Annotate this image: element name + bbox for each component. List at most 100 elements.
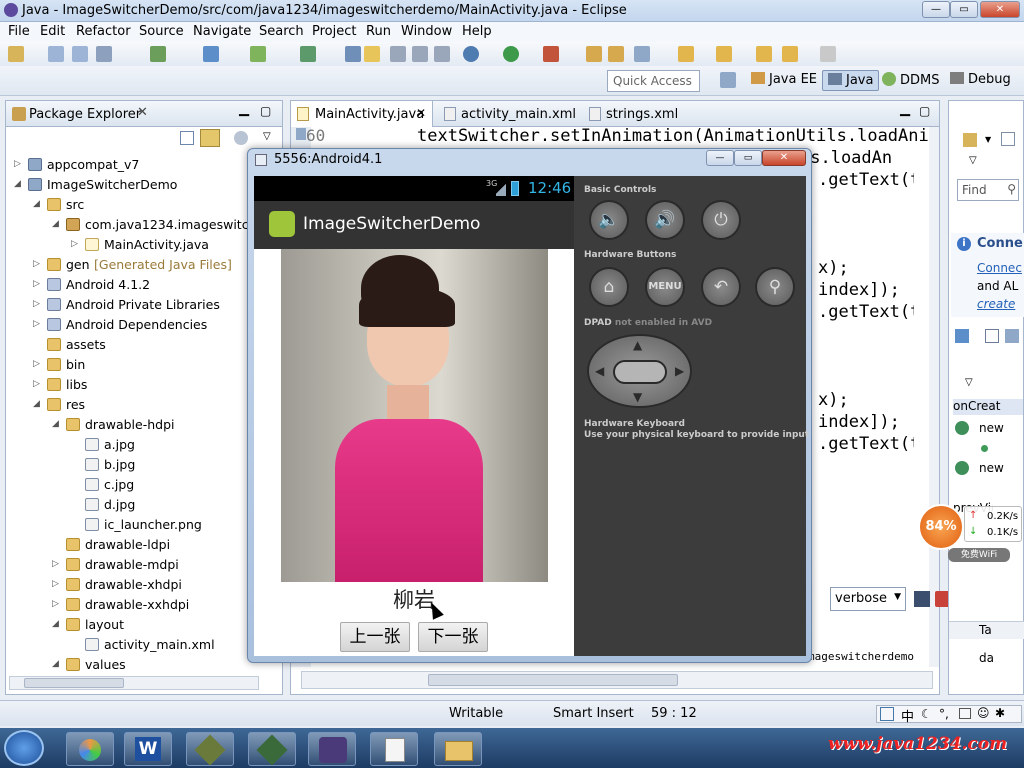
connect-link[interactable]: Connec [977,261,1022,275]
dpad-right-icon[interactable]: ▶ [675,364,684,378]
tree-item[interactable]: ◢ com.java1234.imageswitche [6,215,276,235]
save-log-icon[interactable] [914,591,930,607]
volume-up-button[interactable]: 🔊 [645,200,685,240]
dpad-left-icon[interactable]: ◀ [595,364,604,378]
menu-source[interactable]: Source [139,24,184,39]
menu-help[interactable]: Help [462,24,492,39]
minimize-button[interactable]: — [922,1,950,18]
menu-edit[interactable]: Edit [40,24,65,39]
network-speed-widget[interactable]: 84% ↑ 0.2K/s ↓ 0.1K/s 免费WiFi [914,500,1024,564]
tree-item[interactable]: c.jpg [6,475,276,495]
expand-closed-icon[interactable]: ▷ [33,299,40,309]
toggle-mark-icon[interactable] [390,46,406,62]
open-folder-icon[interactable] [586,46,602,62]
dpad-up-icon[interactable]: ▲ [633,338,642,352]
tree-item[interactable]: ▷ gen [Generated Java Files] [6,255,276,275]
search-tool-icon[interactable] [634,46,650,62]
save-icon[interactable] [48,46,64,62]
new-icon[interactable] [8,46,24,62]
expand-closed-icon[interactable]: ▷ [52,599,59,609]
tree-item[interactable]: ▷ Android Private Libraries [6,295,276,315]
tab-strings-xml[interactable]: strings.xml [586,101,696,127]
sort-icon[interactable] [955,329,969,343]
expand-closed-icon[interactable]: ▷ [52,559,59,569]
back-button[interactable]: ↶ [701,267,741,307]
maximize-editor-icon[interactable]: ▢ [919,104,930,118]
expand-closed-icon[interactable]: ▷ [33,379,40,389]
maximize-view-icon[interactable]: ▢ [260,104,271,118]
chevron-down-icon[interactable]: ▼ [985,135,991,144]
android-sdk-icon[interactable] [250,46,266,62]
code-line[interactable]: .getText(t [818,434,914,454]
emulator-minimize-button[interactable]: — [706,150,734,166]
close-button[interactable]: ✕ [980,1,1020,18]
maximize-button[interactable]: ▭ [950,1,978,18]
hscroll-thumb[interactable] [24,678,124,688]
emulator-maximize-button[interactable]: ▭ [734,150,762,166]
menu-search[interactable]: Search [259,24,304,39]
expand-closed-icon[interactable]: ▷ [33,279,40,289]
image-switcher[interactable] [281,249,548,582]
link-editor-icon[interactable] [200,129,220,147]
tree-item[interactable]: ▷ bin [6,355,276,375]
expand-closed-icon[interactable]: ▷ [14,159,21,169]
perspective-debug[interactable]: Debug [950,72,1011,87]
next-image-button[interactable]: 下一张 [418,622,488,652]
menu-navigate[interactable]: Navigate [193,24,251,39]
tree-item[interactable]: ▷ Android 4.1.2 [6,275,276,295]
taskbar-app-document[interactable] [370,732,418,766]
ime-user-icon[interactable]: ☺ [977,706,990,720]
tree-item[interactable]: ◢ res [6,395,276,415]
taskbar-app-emulator[interactable] [248,732,296,766]
taskbar-app-browser[interactable] [66,732,114,766]
package-explorer-hscroll[interactable] [9,676,259,690]
expand-closed-icon[interactable]: ▷ [33,259,40,269]
expand-closed-icon[interactable]: ▷ [33,359,40,369]
dpad[interactable]: ▲ ▼ ◀ ▶ [587,334,692,408]
tree-item[interactable]: b.jpg [6,455,276,475]
print-icon[interactable] [96,46,112,62]
expand-closed-icon[interactable]: ▷ [71,239,78,249]
dpad-down-icon[interactable]: ▼ [633,390,642,404]
collapse-all-icon[interactable] [180,131,194,145]
last-edit-icon[interactable] [756,46,772,62]
fold-marker-icon[interactable] [296,128,306,140]
expand-closed-icon[interactable]: ▷ [33,319,40,329]
memory-percent-badge[interactable]: 84% [918,504,964,550]
power-button[interactable]: ⏻ [701,200,741,240]
tree-item[interactable]: drawable-ldpi [6,535,276,555]
new-package-icon[interactable] [345,46,361,62]
tree-item[interactable]: a.jpg [6,435,276,455]
find-input[interactable]: Find ⚲ [957,179,1019,201]
home-button[interactable]: ⌂ [589,267,629,307]
perspective-ddms[interactable]: DDMS [882,72,940,88]
code-line[interactable]: x); [818,390,914,410]
minimize-editor-icon[interactable]: ▁ [900,102,910,117]
code-line[interactable]: .getText(t [818,170,914,190]
hide-fields-icon[interactable] [985,329,999,343]
menu-refactor[interactable]: Refactor [76,24,131,39]
perspective-java-ee[interactable]: Java EE [751,72,817,87]
external-tools-icon[interactable] [543,46,559,62]
debug-icon[interactable] [150,46,166,62]
menu-project[interactable]: Project [312,24,356,39]
open-perspective-icon[interactable] [720,72,736,88]
free-wifi-label[interactable]: 免费WiFi [948,548,1010,562]
expand-open-icon[interactable]: ◢ [52,619,59,629]
view-menu-icon[interactable]: ▽ [969,155,977,166]
expand-open-icon[interactable]: ◢ [14,179,21,189]
filter-icon[interactable] [234,131,248,145]
code-line[interactable]: ls.loadAn [800,148,914,168]
tab-mainactivity[interactable]: MainActivity.java ✕ [291,101,433,127]
code-line[interactable]: index]); [818,280,914,300]
task-filter-icon[interactable] [1001,132,1015,146]
tree-item[interactable]: d.jpg [6,495,276,515]
view-menu-icon[interactable]: ▽ [263,131,271,142]
taskbar-app-eclipse[interactable] [308,732,356,766]
show-whitespace-icon[interactable] [412,46,428,62]
view-menu-icon[interactable]: ▽ [965,377,973,388]
tree-item[interactable]: assets [6,335,276,355]
tree-item[interactable]: ▷ drawable-xhdpi [6,575,276,595]
ime-settings-icon[interactable]: ✱ [995,706,1005,720]
code-line[interactable]: x); [818,258,914,278]
